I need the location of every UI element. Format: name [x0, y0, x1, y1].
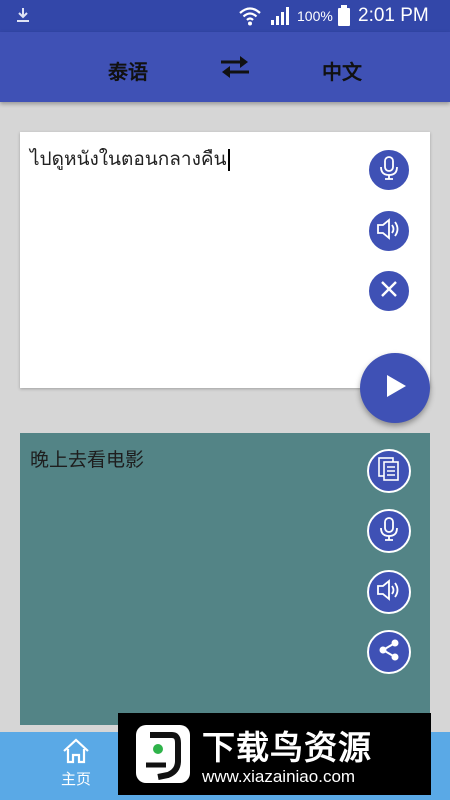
share-button[interactable]	[367, 630, 411, 674]
speaker-button[interactable]	[367, 209, 411, 253]
wifi-icon	[238, 5, 262, 31]
swap-arrows-icon[interactable]	[217, 53, 253, 81]
input-text-field[interactable]: ไปดูหนังในตอนกลางคืน	[30, 144, 230, 174]
play-icon	[381, 372, 409, 404]
battery-icon	[337, 5, 351, 31]
text-cursor	[227, 148, 230, 171]
signal-icon	[270, 6, 292, 30]
status-bar: 100% 2:01 PM	[0, 0, 450, 32]
microphone-icon	[378, 516, 400, 546]
output-panel: 晚上去看电影	[20, 433, 430, 725]
microphone-icon	[378, 155, 400, 185]
share-icon	[377, 638, 401, 666]
watermark-url: www.xiazainiao.com	[202, 767, 356, 786]
battery-percent: 100%	[297, 8, 333, 24]
output-microphone-button[interactable]	[367, 509, 411, 553]
watermark-title: 下载鸟资源	[202, 728, 372, 767]
microphone-button[interactable]	[367, 148, 411, 192]
source-language-button[interactable]: 泰语	[108, 56, 148, 85]
home-icon	[61, 738, 91, 768]
translate-button[interactable]	[360, 353, 430, 423]
clear-button[interactable]	[367, 269, 411, 313]
copy-button[interactable]	[367, 449, 411, 493]
copy-icon	[377, 456, 401, 486]
output-speaker-button[interactable]	[367, 570, 411, 614]
clock: 2:01 PM	[358, 5, 429, 26]
watermark-logo	[136, 725, 190, 783]
speaker-icon	[376, 217, 402, 245]
download-icon	[14, 6, 32, 28]
language-toolbar: 泰语 中文	[0, 32, 450, 102]
clear-icon	[379, 279, 399, 303]
target-language-button[interactable]: 中文	[322, 56, 362, 85]
input-panel[interactable]: ไปดูหนังในตอนกลางคืน	[20, 132, 430, 388]
nav-home-label: 主页	[60, 770, 91, 788]
speaker-icon	[376, 578, 402, 606]
translated-text: 晚上去看电影	[30, 449, 145, 471]
nav-home[interactable]: 主页	[50, 738, 102, 789]
watermark: 下载鸟资源 www.xiazainiao.com	[118, 713, 431, 795]
input-text: ไปดูหนังในตอนกลางคืน	[30, 148, 227, 170]
